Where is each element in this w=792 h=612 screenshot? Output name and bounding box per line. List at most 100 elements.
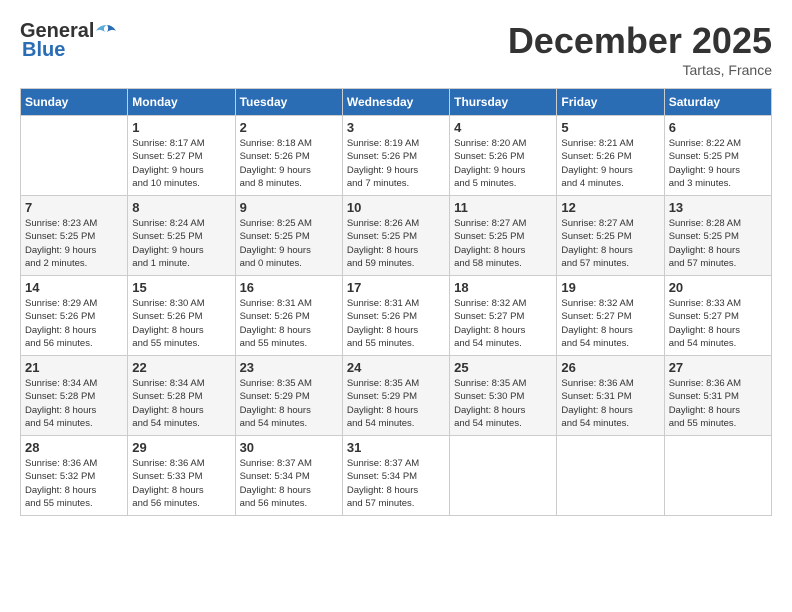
day-number: 10 — [347, 200, 445, 215]
day-info: Sunrise: 8:36 AM Sunset: 5:31 PM Dayligh… — [561, 377, 659, 430]
day-number: 19 — [561, 280, 659, 295]
day-number: 26 — [561, 360, 659, 375]
weekday-header-wednesday: Wednesday — [342, 89, 449, 116]
day-number: 1 — [132, 120, 230, 135]
calendar-cell: 17 Sunrise: 8:31 AM Sunset: 5:26 PM Dayli… — [342, 276, 449, 356]
day-number: 18 — [454, 280, 552, 295]
day-number: 5 — [561, 120, 659, 135]
day-number: 12 — [561, 200, 659, 215]
day-info: Sunrise: 8:17 AM Sunset: 5:27 PM Dayligh… — [132, 137, 230, 190]
title-area: December 2025 Tartas, France — [508, 20, 772, 78]
page-header: General Blue December 2025 Tartas, Franc… — [20, 20, 772, 78]
day-number: 15 — [132, 280, 230, 295]
day-number: 13 — [669, 200, 767, 215]
calendar-cell: 6Sunrise: 8:22 AM Sunset: 5:25 PM Daylig… — [664, 116, 771, 196]
weekday-header-saturday: Saturday — [664, 89, 771, 116]
day-number: 29 — [132, 440, 230, 455]
day-number: 14 — [25, 280, 123, 295]
day-info: Sunrise: 8:25 AM Sunset: 5:25 PM Dayligh… — [240, 217, 338, 270]
day-number: 21 — [25, 360, 123, 375]
day-info: Sunrise: 8:23 AM Sunset: 5:25 PM Dayligh… — [25, 217, 123, 270]
calendar-cell: 20Sunrise: 8:33 AM Sunset: 5:27 PM Dayli… — [664, 276, 771, 356]
day-info: Sunrise: 8:21 AM Sunset: 5:26 PM Dayligh… — [561, 137, 659, 190]
day-number: 16 — [240, 280, 338, 295]
weekday-header-sunday: Sunday — [21, 89, 128, 116]
day-info: Sunrise: 8:36 AM Sunset: 5:33 PM Dayligh… — [132, 457, 230, 510]
day-info: Sunrise: 8:20 AM Sunset: 5:26 PM Dayligh… — [454, 137, 552, 190]
weekday-header-tuesday: Tuesday — [235, 89, 342, 116]
calendar-cell — [557, 436, 664, 516]
calendar-week-row: 1 Sunrise: 8:17 AM Sunset: 5:27 PM Daylig… — [21, 116, 772, 196]
day-info: Sunrise: 8:35 AM Sunset: 5:30 PM Dayligh… — [454, 377, 552, 430]
day-info: Sunrise: 8:35 AM Sunset: 5:29 PM Dayligh… — [347, 377, 445, 430]
day-number: 11 — [454, 200, 552, 215]
calendar-cell: 30Sunrise: 8:37 AM Sunset: 5:34 PM Dayli… — [235, 436, 342, 516]
calendar-cell: 27 Sunrise: 8:36 AM Sunset: 5:31 PM Dayli… — [664, 356, 771, 436]
day-number: 25 — [454, 360, 552, 375]
day-number: 9 — [240, 200, 338, 215]
day-info: Sunrise: 8:31 AM Sunset: 5:26 PM Dayligh… — [347, 297, 445, 350]
day-number: 7 — [25, 200, 123, 215]
calendar-cell: 29 Sunrise: 8:36 AM Sunset: 5:33 PM Dayli… — [128, 436, 235, 516]
logo: General Blue — [20, 20, 118, 62]
calendar-week-row: 7 Sunrise: 8:23 AM Sunset: 5:25 PM Daylig… — [21, 196, 772, 276]
day-info: Sunrise: 8:30 AM Sunset: 5:26 PM Dayligh… — [132, 297, 230, 350]
day-number: 8 — [132, 200, 230, 215]
calendar-cell: 18Sunrise: 8:32 AM Sunset: 5:27 PM Dayli… — [450, 276, 557, 356]
calendar-cell: 21 Sunrise: 8:34 AM Sunset: 5:28 PM Dayli… — [21, 356, 128, 436]
calendar-week-row: 14 Sunrise: 8:29 AM Sunset: 5:26 PM Dayli… — [21, 276, 772, 356]
calendar-cell — [450, 436, 557, 516]
calendar-cell — [21, 116, 128, 196]
logo-blue-text: Blue — [22, 39, 65, 62]
calendar-cell: 25 Sunrise: 8:35 AM Sunset: 5:30 PM Dayli… — [450, 356, 557, 436]
day-info: Sunrise: 8:27 AM Sunset: 5:25 PM Dayligh… — [561, 217, 659, 270]
calendar-cell: 19 Sunrise: 8:32 AM Sunset: 5:27 PM Dayli… — [557, 276, 664, 356]
day-info: Sunrise: 8:28 AM Sunset: 5:25 PM Dayligh… — [669, 217, 767, 270]
day-info: Sunrise: 8:26 AM Sunset: 5:25 PM Dayligh… — [347, 217, 445, 270]
day-info: Sunrise: 8:27 AM Sunset: 5:25 PM Dayligh… — [454, 217, 552, 270]
calendar-cell: 28Sunrise: 8:36 AM Sunset: 5:32 PM Dayli… — [21, 436, 128, 516]
location: Tartas, France — [508, 62, 772, 78]
day-info: Sunrise: 8:18 AM Sunset: 5:26 PM Dayligh… — [240, 137, 338, 190]
day-info: Sunrise: 8:34 AM Sunset: 5:28 PM Dayligh… — [25, 377, 123, 430]
calendar-cell: 2Sunrise: 8:18 AM Sunset: 5:26 PM Daylig… — [235, 116, 342, 196]
calendar-cell: 24Sunrise: 8:35 AM Sunset: 5:29 PM Dayli… — [342, 356, 449, 436]
calendar-cell: 22Sunrise: 8:34 AM Sunset: 5:28 PM Dayli… — [128, 356, 235, 436]
day-number: 22 — [132, 360, 230, 375]
day-number: 20 — [669, 280, 767, 295]
day-number: 27 — [669, 360, 767, 375]
day-number: 23 — [240, 360, 338, 375]
calendar-cell: 13 Sunrise: 8:28 AM Sunset: 5:25 PM Dayli… — [664, 196, 771, 276]
day-info: Sunrise: 8:29 AM Sunset: 5:26 PM Dayligh… — [25, 297, 123, 350]
calendar-cell: 8 Sunrise: 8:24 AM Sunset: 5:25 PM Daylig… — [128, 196, 235, 276]
day-info: Sunrise: 8:32 AM Sunset: 5:27 PM Dayligh… — [561, 297, 659, 350]
calendar-cell: 12 Sunrise: 8:27 AM Sunset: 5:25 PM Dayli… — [557, 196, 664, 276]
calendar-cell: 7 Sunrise: 8:23 AM Sunset: 5:25 PM Daylig… — [21, 196, 128, 276]
calendar-table: SundayMondayTuesdayWednesdayThursdayFrid… — [20, 88, 772, 516]
weekday-header-monday: Monday — [128, 89, 235, 116]
day-number: 4 — [454, 120, 552, 135]
calendar-cell: 16 Sunrise: 8:31 AM Sunset: 5:26 PM Dayli… — [235, 276, 342, 356]
day-info: Sunrise: 8:37 AM Sunset: 5:34 PM Dayligh… — [347, 457, 445, 510]
day-info: Sunrise: 8:22 AM Sunset: 5:25 PM Dayligh… — [669, 137, 767, 190]
calendar-body: 1 Sunrise: 8:17 AM Sunset: 5:27 PM Daylig… — [21, 116, 772, 516]
day-info: Sunrise: 8:37 AM Sunset: 5:34 PM Dayligh… — [240, 457, 338, 510]
calendar-cell — [664, 436, 771, 516]
calendar-week-row: 21 Sunrise: 8:34 AM Sunset: 5:28 PM Dayli… — [21, 356, 772, 436]
day-info: Sunrise: 8:19 AM Sunset: 5:26 PM Dayligh… — [347, 137, 445, 190]
calendar-header: SundayMondayTuesdayWednesdayThursdayFrid… — [21, 89, 772, 116]
calendar-cell: 4 Sunrise: 8:20 AM Sunset: 5:26 PM Daylig… — [450, 116, 557, 196]
weekday-header-thursday: Thursday — [450, 89, 557, 116]
day-info: Sunrise: 8:31 AM Sunset: 5:26 PM Dayligh… — [240, 297, 338, 350]
calendar-week-row: 28Sunrise: 8:36 AM Sunset: 5:32 PM Dayli… — [21, 436, 772, 516]
calendar-cell: 5 Sunrise: 8:21 AM Sunset: 5:26 PM Daylig… — [557, 116, 664, 196]
day-info: Sunrise: 8:36 AM Sunset: 5:31 PM Dayligh… — [669, 377, 767, 430]
day-info: Sunrise: 8:24 AM Sunset: 5:25 PM Dayligh… — [132, 217, 230, 270]
day-number: 3 — [347, 120, 445, 135]
calendar-cell: 1 Sunrise: 8:17 AM Sunset: 5:27 PM Daylig… — [128, 116, 235, 196]
month-title: December 2025 — [508, 20, 772, 62]
day-number: 17 — [347, 280, 445, 295]
day-number: 31 — [347, 440, 445, 455]
calendar-cell: 9 Sunrise: 8:25 AM Sunset: 5:25 PM Daylig… — [235, 196, 342, 276]
weekday-header-row: SundayMondayTuesdayWednesdayThursdayFrid… — [21, 89, 772, 116]
